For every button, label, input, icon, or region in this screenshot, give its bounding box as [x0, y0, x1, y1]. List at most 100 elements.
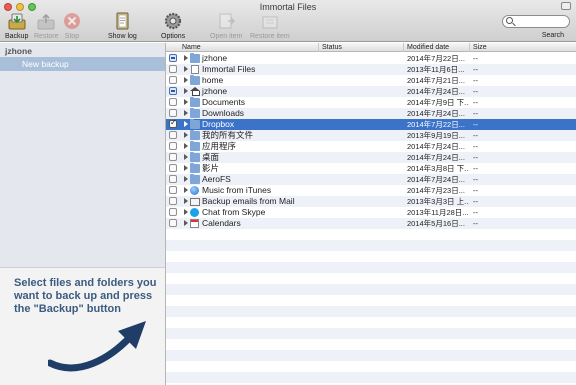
- open-item-label: Open item: [210, 33, 243, 40]
- disclosure-triangle-icon[interactable]: [184, 77, 188, 83]
- row-modified-date: 2013年11月28日...: [407, 208, 469, 217]
- row-checkbox[interactable]: [169, 131, 177, 139]
- row-checkbox[interactable]: [169, 197, 177, 205]
- row-size: --: [473, 153, 478, 162]
- empty-row: [166, 295, 576, 306]
- column-header-modified[interactable]: Modified date: [403, 43, 449, 52]
- table-row[interactable]: Music from iTunes 2014年7月23日... --: [166, 185, 576, 196]
- row-checkbox[interactable]: [169, 186, 177, 194]
- table-row[interactable]: Downloads 2014年7月24日... --: [166, 108, 576, 119]
- options-button[interactable]: Options: [161, 12, 185, 40]
- disclosure-triangle-icon[interactable]: [184, 143, 188, 149]
- empty-row: [166, 317, 576, 328]
- hint-panel: Select files and folders you want to bac…: [0, 267, 165, 385]
- show-log-button[interactable]: Show log: [108, 12, 137, 40]
- table-row[interactable]: AeroFS 2014年7月24日... --: [166, 174, 576, 185]
- stop-icon: [62, 12, 82, 30]
- disclosure-triangle-icon[interactable]: [184, 88, 188, 94]
- row-checkbox[interactable]: [169, 54, 177, 62]
- disclosure-triangle-icon[interactable]: [184, 66, 188, 72]
- folder-icon: [190, 97, 200, 107]
- folder-icon: [190, 119, 200, 129]
- table-row[interactable]: 我的所有文件 2013年9月19日... --: [166, 130, 576, 141]
- row-checkbox[interactable]: [169, 153, 177, 161]
- restore-button[interactable]: Restore: [34, 12, 59, 40]
- table-row[interactable]: Dropbox 2014年7月22日... --: [166, 118, 576, 130]
- disclosure-triangle-icon[interactable]: [184, 99, 188, 105]
- folder-icon: [190, 108, 200, 118]
- restore-item-label: Restore item: [250, 33, 290, 40]
- table-row[interactable]: jzhone 2014年7月24日... --: [166, 86, 576, 97]
- stop-button[interactable]: Stop: [62, 12, 82, 40]
- row-checkbox[interactable]: [169, 76, 177, 84]
- row-checkbox[interactable]: [169, 164, 177, 172]
- row-size: --: [473, 142, 478, 151]
- row-name: home: [202, 75, 224, 85]
- table-row[interactable]: Chat from Skype 2013年11月28日... --: [166, 207, 576, 218]
- table-row[interactable]: 影片 2014年3月8日 下... --: [166, 163, 576, 174]
- table-row[interactable]: Calendars 2014年5月16日... --: [166, 218, 576, 229]
- disclosure-triangle-icon[interactable]: [184, 220, 188, 226]
- table-row[interactable]: home 2014年7月21日... --: [166, 75, 576, 86]
- table-row[interactable]: 应用程序 2014年7月24日... --: [166, 141, 576, 152]
- empty-row: [166, 251, 576, 262]
- row-checkbox[interactable]: [169, 98, 177, 106]
- column-header-status[interactable]: Status: [318, 43, 342, 52]
- disclosure-triangle-icon[interactable]: [184, 209, 188, 215]
- row-checkbox[interactable]: [169, 208, 177, 216]
- folder-icon: [190, 75, 200, 85]
- row-modified-date: 2014年7月24日...: [407, 87, 465, 96]
- table-row[interactable]: Backup emails from Mail 2013年3月3日 上... --: [166, 196, 576, 207]
- table-row[interactable]: jzhone 2014年7月22日... --: [166, 53, 576, 64]
- row-checkbox[interactable]: [169, 142, 177, 150]
- search-icon: [506, 17, 513, 24]
- column-header-size[interactable]: Size: [469, 43, 487, 52]
- disclosure-triangle-icon[interactable]: [184, 55, 188, 61]
- empty-row: [166, 262, 576, 273]
- row-modified-date: 2013年11月6日...: [407, 65, 465, 74]
- disclosure-triangle-icon[interactable]: [184, 132, 188, 138]
- row-checkbox[interactable]: [169, 65, 177, 73]
- backup-button[interactable]: Backup: [5, 12, 28, 40]
- table-row[interactable]: 桌面 2014年7月24日... --: [166, 152, 576, 163]
- row-size: --: [473, 164, 478, 173]
- restore-item-button[interactable]: Restore item: [250, 12, 290, 40]
- show-log-label: Show log: [108, 33, 137, 40]
- row-checkbox[interactable]: [169, 87, 177, 95]
- empty-row: [166, 273, 576, 284]
- table-body: jzhone 2014年7月22日... -- Immortal Files 2013年…: [166, 53, 576, 383]
- disclosure-triangle-icon[interactable]: [184, 165, 188, 171]
- open-item-button[interactable]: Open item: [210, 12, 242, 40]
- row-checkbox[interactable]: [169, 118, 177, 128]
- row-checkbox[interactable]: [169, 175, 177, 183]
- sidebar: jzhone New backup Select files and folde…: [0, 43, 166, 385]
- sidebar-item-new-backup[interactable]: New backup: [0, 57, 165, 71]
- restore-icon: [36, 12, 56, 30]
- row-modified-date: 2013年3月3日 上...: [407, 197, 469, 206]
- toolbar-toggle-button[interactable]: [561, 2, 571, 10]
- row-name: Documents: [202, 97, 245, 107]
- table-row[interactable]: Immortal Files 2013年11月6日... --: [166, 64, 576, 75]
- row-name: Music from iTunes: [202, 185, 272, 195]
- row-checkbox[interactable]: [169, 219, 177, 227]
- folder-icon: [190, 163, 200, 173]
- column-header-name[interactable]: Name: [179, 43, 201, 52]
- table-row[interactable]: Documents 2014年7月9日 下... --: [166, 97, 576, 108]
- disclosure-triangle-icon[interactable]: [184, 121, 188, 127]
- disclosure-triangle-icon[interactable]: [184, 154, 188, 160]
- search-field[interactable]: [502, 15, 570, 28]
- row-size: --: [473, 175, 478, 184]
- sidebar-section-user: jzhone: [5, 46, 32, 56]
- row-checkbox[interactable]: [169, 109, 177, 117]
- window-title: Immortal Files: [259, 2, 317, 12]
- disclosure-triangle-icon[interactable]: [184, 198, 188, 204]
- row-size: --: [473, 87, 478, 96]
- folder-icon: [190, 141, 200, 151]
- row-name: AeroFS: [202, 174, 231, 184]
- options-label: Options: [161, 33, 186, 40]
- row-name: Downloads: [202, 108, 245, 118]
- disclosure-triangle-icon[interactable]: [184, 110, 188, 116]
- disclosure-triangle-icon[interactable]: [184, 176, 188, 182]
- disclosure-triangle-icon[interactable]: [184, 187, 188, 193]
- row-modified-date: 2014年7月21日...: [407, 76, 465, 85]
